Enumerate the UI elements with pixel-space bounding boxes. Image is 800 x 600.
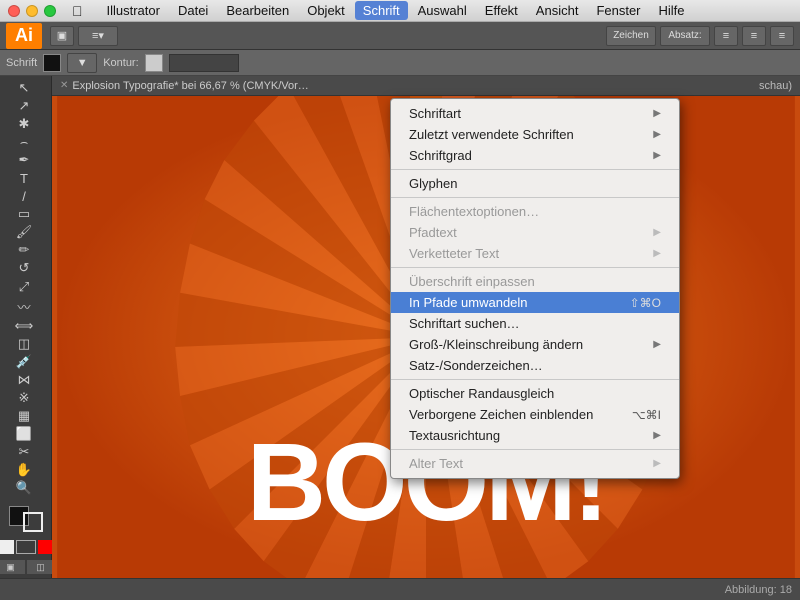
close-button[interactable] (8, 5, 20, 17)
tool-symbol[interactable]: ※ (2, 390, 46, 406)
menu-item-schriftgrad[interactable]: Schriftgrad ▶ (391, 145, 679, 166)
toolbar-btn-1[interactable]: ▣ (50, 26, 74, 46)
title-bar:  Illustrator Datei Bearbeiten Objekt Sc… (0, 0, 800, 22)
menu-fenster[interactable]: Fenster (588, 1, 648, 20)
menu-item-alter-text: Alter Text ▶ (391, 453, 679, 474)
menu-item-satz-sonderzeichen[interactable]: Satz-/Sonderzeichen… (391, 355, 679, 376)
canvas-area: ✕ Explosion Typografie* bei 66,67 % (CMY… (52, 76, 800, 578)
draw-behind[interactable]: ◫ (27, 560, 55, 574)
tool-gradient[interactable]: ◫ (2, 336, 46, 352)
tool-blend[interactable]: ⋈ (2, 372, 46, 388)
stroke-color[interactable] (23, 512, 43, 532)
menu-item-verketteter-text: Verketteter Text ▶ (391, 243, 679, 264)
menu-item-verborgene-zeichen[interactable]: Verborgene Zeichen einblenden ⌥⌘I (391, 404, 679, 425)
menu-schrift[interactable]: Schrift (355, 1, 408, 20)
tool-artboard[interactable]: ⬜ (2, 426, 46, 442)
menu-bearbeiten[interactable]: Bearbeiten (218, 1, 297, 20)
schrift-dropdown-menu: Schriftart ▶ Zuletzt verwendete Schrifte… (390, 98, 680, 479)
menu-item-schriftart[interactable]: Schriftart ▶ (391, 103, 679, 124)
menu-item-pfadtext: Pfadtext ▶ (391, 222, 679, 243)
document-tab[interactable]: ✕ Explosion Typografie* bei 66,67 % (CMY… (52, 76, 800, 96)
tool-magic-wand[interactable]: ✱ (2, 116, 46, 132)
schrift-label: Schrift (6, 57, 37, 69)
tool-zoom[interactable]: 🔍 (2, 480, 46, 496)
tool-width[interactable]: ⟺ (2, 318, 46, 334)
menu-item-glyphen[interactable]: Glyphen (391, 173, 679, 194)
normal-mode[interactable] (0, 540, 14, 554)
maximize-button[interactable] (44, 5, 56, 17)
menu-item-textausrichtung[interactable]: Textausrichtung ▶ (391, 425, 679, 446)
window-controls[interactable] (8, 5, 56, 17)
tool-pen[interactable]: ✒ (2, 152, 46, 168)
schrift-color[interactable] (43, 54, 61, 72)
menu-ansicht[interactable]: Ansicht (528, 1, 587, 20)
tool-eyedropper[interactable]: 💉 (2, 354, 46, 370)
menu-auswahl[interactable]: Auswahl (410, 1, 475, 20)
tool-pencil[interactable]: ✏ (2, 242, 46, 258)
ai-logo: Ai (6, 23, 42, 49)
menu-item-uberschrift: Überschrift einpassen (391, 271, 679, 292)
menu-datei[interactable]: Datei (170, 1, 216, 20)
tool-paintbrush[interactable]: 🖌 (2, 224, 46, 240)
tool-hand[interactable]: ✋ (2, 462, 46, 478)
status-bar: Abbildung: 18 (0, 578, 800, 600)
panel-absatz[interactable]: Absatz: (660, 26, 710, 46)
main-area: ↖ ↗ ✱ ⌢ ✒ T / ▭ 🖌 ✏ ↺ ⤢ 〰 ⟺ ◫ 💉 ⋈ ※ ▦ ⬜ … (0, 76, 800, 578)
status-label: Abbildung: 18 (725, 584, 792, 596)
menu-effekt[interactable]: Effekt (477, 1, 526, 20)
menu-hilfe[interactable]: Hilfe (651, 1, 693, 20)
tool-select-arrow[interactable]: ↖ (2, 80, 46, 96)
tab-close-icon[interactable]: ✕ (60, 80, 68, 91)
document-tab-label: Explosion Typografie* bei 66,67 % (CMYK/… (72, 80, 308, 92)
menu-item-zuletzt-verwendet[interactable]: Zuletzt verwendete Schriften ▶ (391, 124, 679, 145)
separator-4 (391, 379, 679, 380)
menu-item-optischer-rand[interactable]: Optischer Randausgleich (391, 383, 679, 404)
app-toolbar: Ai ▣ ≡▾ Zeichen Absatz: ≡ ≡ ≡ (0, 22, 800, 50)
tools-panel: ↖ ↗ ✱ ⌢ ✒ T / ▭ 🖌 ✏ ↺ ⤢ 〰 ⟺ ◫ 💉 ⋈ ※ ▦ ⬜ … (0, 76, 52, 578)
menu-item-flaechentextoptionen: Flächentextoptionen… (391, 201, 679, 222)
tool-direct-select[interactable]: ↗ (2, 98, 46, 114)
tool-rotate[interactable]: ↺ (2, 260, 46, 276)
menu-item-schriftart-suchen[interactable]: Schriftart suchen… (391, 313, 679, 334)
align-center[interactable]: ≡ (742, 26, 766, 46)
tool-column-graph[interactable]: ▦ (2, 408, 46, 424)
tool-rect[interactable]: ▭ (2, 206, 46, 222)
tool-scale[interactable]: ⤢ (2, 279, 46, 295)
kontur-color[interactable] (145, 54, 163, 72)
tool-warp[interactable]: 〰 (2, 297, 46, 316)
tool-type[interactable]: T (2, 170, 46, 186)
tool-line[interactable]: / (2, 188, 46, 204)
panel-hint: schau) (759, 80, 792, 92)
menu-illustrator[interactable]: Illustrator (99, 1, 168, 20)
menu-item-in-pfade-umwandeln[interactable]: In Pfade umwandeln ⇧⌘O (391, 292, 679, 313)
separator-5 (391, 449, 679, 450)
draw-normal[interactable]: ▣ (0, 560, 25, 574)
separator-1 (391, 169, 679, 170)
align-right[interactable]: ≡ (770, 26, 794, 46)
toolbar-btn-2[interactable]: ≡▾ (78, 26, 118, 46)
separator-2 (391, 197, 679, 198)
align-left[interactable]: ≡ (714, 26, 738, 46)
tool-slice[interactable]: ✂ (2, 444, 46, 460)
tool-lasso[interactable]: ⌢ (2, 134, 46, 150)
schrift-options[interactable]: ▼ (67, 53, 97, 73)
apple-menu[interactable]:  (64, 1, 91, 21)
minimize-button[interactable] (26, 5, 38, 17)
behind-mode[interactable] (16, 540, 36, 554)
kontur-input[interactable] (169, 54, 239, 72)
panel-zeichen[interactable]: Zeichen (606, 26, 656, 46)
kontur-label: Kontur: (103, 57, 138, 69)
schrift-toolbar: Schrift ▼ Kontur: (0, 50, 800, 76)
menu-objekt[interactable]: Objekt (299, 1, 353, 20)
separator-3 (391, 267, 679, 268)
menu-bar:  Illustrator Datei Bearbeiten Objekt Sc… (64, 1, 693, 21)
menu-item-gross-klein[interactable]: Groß-/Kleinschreibung ändern ▶ (391, 334, 679, 355)
